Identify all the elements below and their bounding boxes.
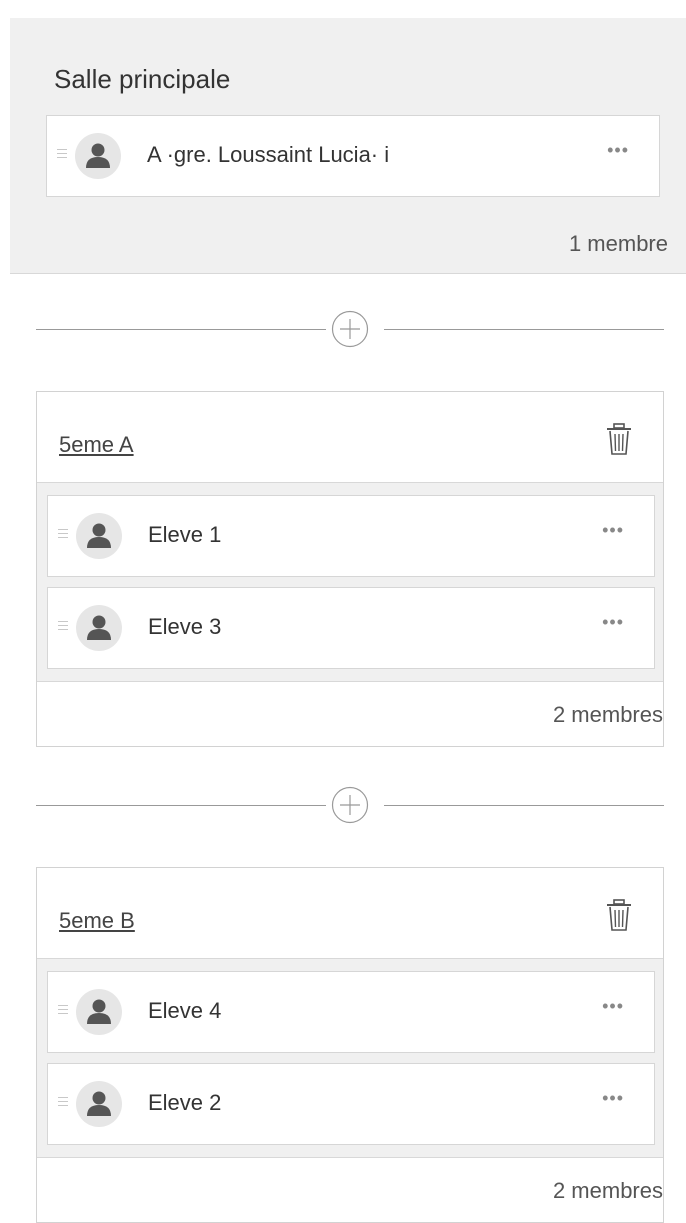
member-card[interactable]: Eleve 4 ••• [47,971,655,1053]
add-group-divider [36,310,664,350]
group-footer: 2 membres [37,1158,663,1222]
divider-line [36,805,326,806]
person-icon [76,989,122,1035]
member-count: 2 membres [552,1178,663,1203]
member-card[interactable]: Eleve 2 ••• [47,1063,655,1145]
drag-handle-icon[interactable] [58,1005,68,1017]
trash-icon[interactable] [605,422,633,456]
group-header: 5eme A [37,392,663,483]
member-card[interactable]: Eleve 3 ••• [47,587,655,669]
group-name-link[interactable]: 5eme A [59,432,134,458]
group-panel: 5eme B Eleve 4 ••• Eleve 2 ••• 2 membres [36,867,664,1223]
member-name: A ·gre. Loussaint Lucia· i [147,142,390,167]
main-room-title: Salle principale [54,64,231,94]
group-panel: 5eme A Eleve 1 ••• Eleve 3 ••• 2 membres [36,391,664,747]
member-name: Eleve 4 [148,998,222,1023]
member-count: 1 membre [568,231,668,256]
group-header: 5eme B [37,868,663,959]
main-room-members: A ·gre. Loussaint Lucia· i ••• [46,115,660,207]
member-name: Eleve 3 [148,614,222,639]
add-circle-icon[interactable] [331,786,369,824]
person-icon [76,1081,122,1127]
member-name: Eleve 1 [148,522,222,547]
group-footer: 2 membres [37,682,663,746]
divider-line [36,329,326,330]
member-count: 2 membres [552,702,663,727]
trash-icon[interactable] [605,898,633,932]
more-options-icon[interactable]: ••• [602,520,624,541]
member-card[interactable]: A ·gre. Loussaint Lucia· i ••• [46,115,660,197]
drag-handle-icon[interactable] [58,1097,68,1109]
drag-handle-icon[interactable] [57,149,67,161]
person-icon [75,133,121,179]
divider-line [384,805,664,806]
more-options-icon[interactable]: ••• [602,612,624,633]
main-room-panel: Salle principale A ·gre. Loussaint Lucia… [10,18,686,274]
divider-line [384,329,664,330]
drag-handle-icon[interactable] [58,529,68,541]
drag-handle-icon[interactable] [58,621,68,633]
more-options-icon[interactable]: ••• [602,1088,624,1109]
group-name-link[interactable]: 5eme B [59,908,135,934]
group-members: Eleve 4 ••• Eleve 2 ••• [37,959,663,1158]
more-options-icon[interactable]: ••• [602,996,624,1017]
member-name: Eleve 2 [148,1090,222,1115]
member-card[interactable]: Eleve 1 ••• [47,495,655,577]
more-options-icon[interactable]: ••• [607,140,629,161]
group-members: Eleve 1 ••• Eleve 3 ••• [37,483,663,682]
add-group-divider [36,786,664,826]
person-icon [76,513,122,559]
person-icon [76,605,122,651]
add-circle-icon[interactable] [331,310,369,348]
